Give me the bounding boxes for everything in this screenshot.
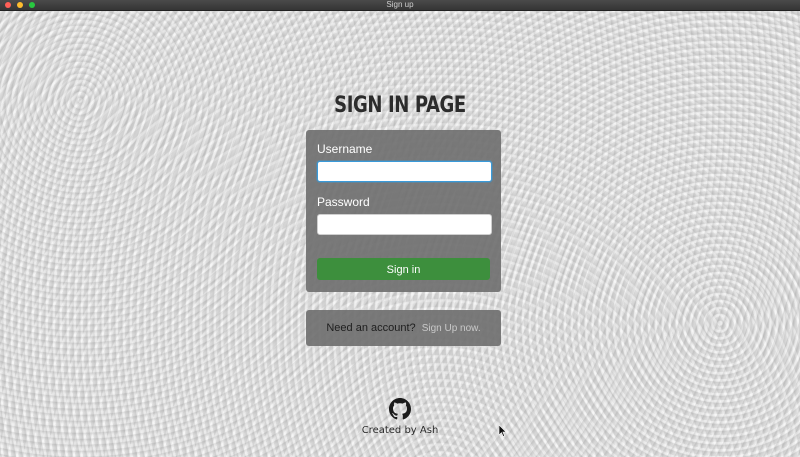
- sign-in-button[interactable]: Sign in: [317, 258, 490, 280]
- title-bar: Sign up: [0, 0, 800, 11]
- username-label: Username: [317, 142, 373, 156]
- github-icon[interactable]: [389, 398, 411, 420]
- mouse-cursor-icon: [499, 425, 507, 437]
- page-title: Sign in page: [334, 93, 466, 118]
- window-title: Sign up: [386, 0, 414, 9]
- signup-prompt-box: Need an account? Sign Up now.: [306, 310, 501, 346]
- sign-up-link[interactable]: Sign Up now.: [422, 323, 481, 334]
- credit-text: Created by Ash: [361, 425, 439, 436]
- footer: Created by Ash: [0, 398, 800, 436]
- login-form: Username Password Sign in: [306, 130, 501, 292]
- page-background: Sign in page Username Password Sign in N…: [0, 11, 800, 457]
- app-window: Sign up Sign in page Username Password S…: [0, 0, 800, 457]
- password-input[interactable]: [317, 214, 492, 235]
- username-input[interactable]: [317, 161, 492, 182]
- signup-prompt-text: Need an account?: [326, 322, 416, 334]
- password-label: Password: [317, 195, 370, 209]
